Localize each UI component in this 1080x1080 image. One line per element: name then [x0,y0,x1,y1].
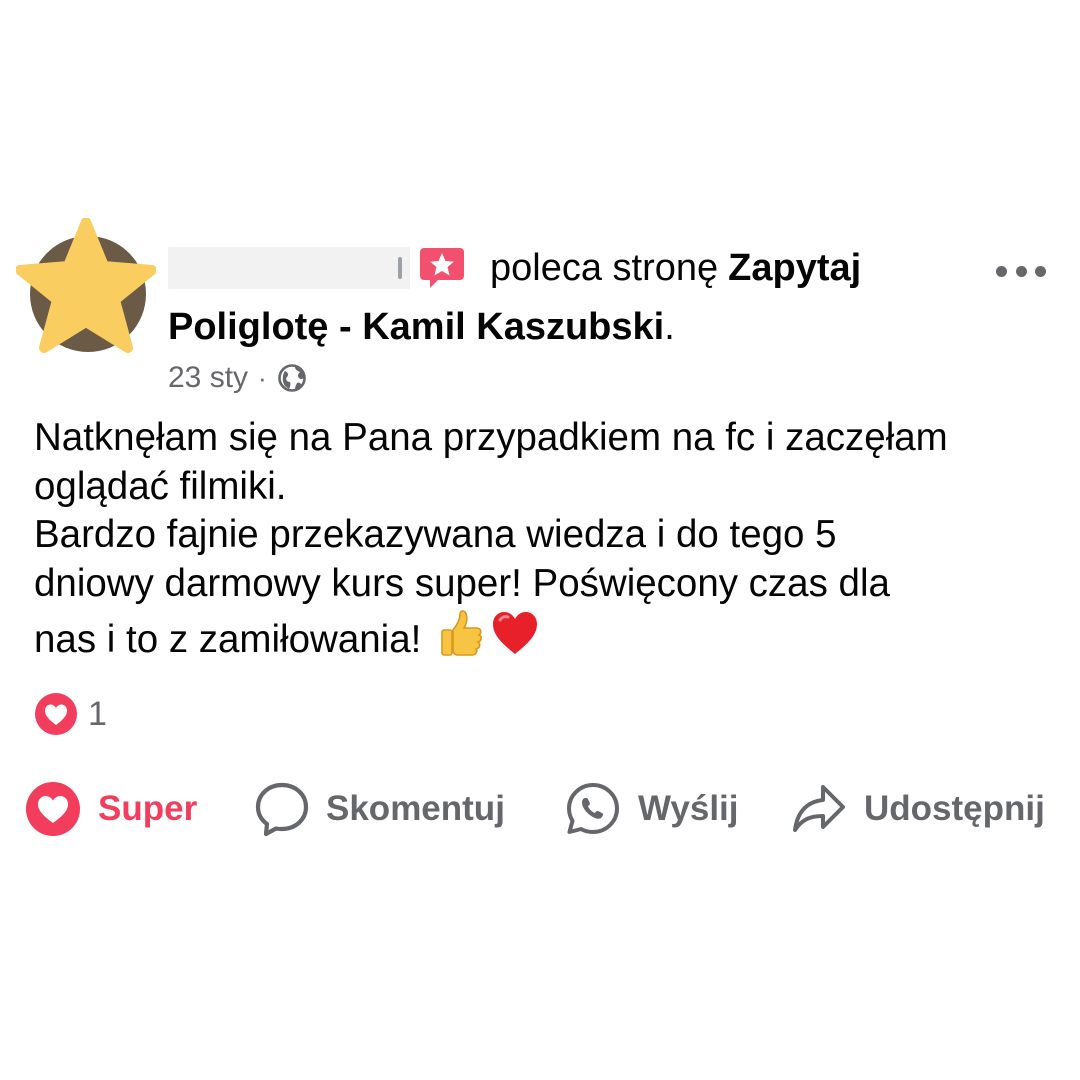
share-button-label: Udostępnij [864,789,1045,828]
more-dot [996,265,1007,277]
author-name[interactable] [168,247,410,289]
love-reaction-icon [34,692,78,736]
recommend-verb: poleca stronę [490,246,719,289]
body-line: dniowy darmowy kurs super! Poświęcony cz… [34,561,890,605]
body-line: oglądać filmiki. [34,464,287,508]
comment-bubble-icon [254,779,310,839]
page-name-link-continued[interactable]: Poliglotę - Kamil Kaszubski [168,306,664,348]
body-line-last: nas i to z zamiłowania! [34,608,1064,665]
comment-button[interactable]: Skomentuj [254,776,505,842]
review-post: poleca stronę Zapytaj Poliglotę - Kamil … [0,0,1080,1080]
star-redaction-icon [16,218,156,353]
avatar[interactable] [16,218,156,358]
reactions-summary[interactable]: 1 [34,692,107,736]
whatsapp-send-icon [564,780,622,838]
reaction-count: 1 [88,694,107,733]
body-line: nas i to z zamiłowania! [34,618,433,661]
post-body: Natknęłam się na Pana przypadkiem na fc … [34,414,1064,665]
post-header: poleca stronę Zapytaj Poliglotę - Kamil … [168,240,968,398]
action-bar: Super Skomentuj Wyślij Udostępnij [24,776,1064,842]
body-line: Bardzo fajnie przekazywana wiedza i do t… [34,513,837,556]
post-timestamp[interactable]: 23 sty [168,361,248,395]
like-button[interactable]: Super [24,776,197,842]
red-heart-emoji-icon [490,608,540,658]
share-button[interactable]: Udostępnij [790,776,1045,842]
more-dot [1035,265,1046,277]
page-name-link[interactable]: Zapytaj [728,247,861,290]
recommend-star-icon [418,244,466,292]
body-line: Natknęłam się na Pana przypadkiem na fc … [34,416,948,459]
thumbs-up-emoji-icon [436,608,486,658]
send-button[interactable]: Wyślij [564,776,739,842]
like-button-label: Super [98,789,198,828]
more-options-icon[interactable] [996,256,1046,286]
page-name-suffix: . [664,306,675,348]
meta-separator: · [258,362,267,393]
send-button-label: Wyślij [638,789,739,828]
share-arrow-icon [790,780,848,838]
love-reaction-icon [24,780,82,838]
comment-button-label: Skomentuj [326,789,505,828]
globe-icon[interactable] [277,363,307,393]
more-dot [1015,265,1027,277]
